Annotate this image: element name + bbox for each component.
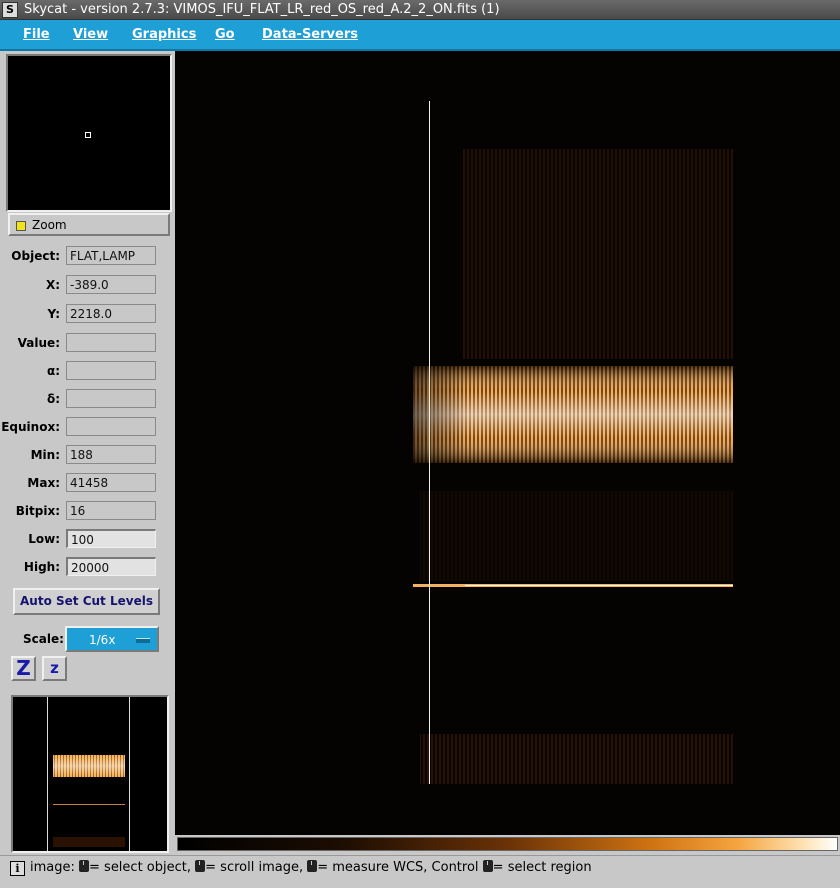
bitpix-value: 16 (66, 501, 156, 520)
info-row-max: Max: 41458 (6, 473, 172, 493)
pixel-value (66, 333, 156, 352)
info-row-delta: δ: (6, 389, 172, 409)
title-bar: S Skycat - version 2.7.3: VIMOS_IFU_FLAT… (0, 0, 840, 20)
high-cut-input[interactable]: 20000 (66, 557, 156, 576)
max-label: Max: (27, 476, 60, 490)
menu-view[interactable]: View (73, 27, 108, 42)
status-bar: i image: = select object, = scroll image… (0, 855, 840, 888)
control-panel: Zoom Object: FLAT,LAMP X: -389.0 Y: 2218… (0, 51, 175, 856)
window-title: Skycat - version 2.7.3: VIMOS_IFU_FLAT_L… (24, 2, 500, 17)
image-info-panel: Object: FLAT,LAMP X: -389.0 Y: 2218.0 Va… (1, 240, 174, 692)
status-scroll-image: = scroll image, (205, 860, 304, 875)
high-label: High: (23, 560, 60, 574)
zoom-out-button[interactable]: z (42, 656, 67, 681)
y-value: 2218.0 (66, 304, 156, 323)
x-value: -389.0 (66, 275, 156, 294)
fits-image (175, 51, 840, 835)
object-value: FLAT,LAMP (66, 246, 156, 265)
info-row-y: Y: 2218.0 (6, 304, 172, 324)
pan-cursor[interactable] (85, 132, 91, 138)
info-row-alpha: α: (6, 361, 172, 381)
info-row-high: High: 20000 (6, 557, 172, 577)
max-value: 41458 (66, 473, 156, 492)
info-row-bitpix: Bitpix: 16 (6, 501, 172, 521)
menu-data-servers[interactable]: Data-Servers (262, 27, 358, 42)
low-label: Low: (28, 532, 60, 546)
zoom-label: Zoom (32, 218, 67, 232)
info-row-equinox: Equinox: (1, 417, 172, 437)
app-icon[interactable]: S (2, 2, 18, 18)
min-label: Min: (30, 448, 60, 462)
menu-go[interactable]: Go (215, 27, 235, 42)
min-value: 188 (66, 445, 156, 464)
info-row-min: Min: 188 (6, 445, 172, 465)
info-row-x: X: -389.0 (6, 275, 172, 295)
y-label: Y: (47, 307, 60, 321)
colormap-ramp (177, 837, 838, 851)
equinox-value (66, 417, 156, 436)
info-row-object: Object: FLAT,LAMP (6, 246, 172, 266)
colorbar[interactable] (175, 835, 840, 854)
bitpix-label: Bitpix: (15, 504, 60, 518)
pan-window[interactable] (6, 54, 172, 212)
scale-value: 1/6x (89, 633, 116, 647)
delta-label: δ: (46, 392, 60, 406)
info-row-value: Value: (6, 333, 172, 353)
status-select-region: = select region (492, 860, 592, 875)
thumbnail-image (13, 697, 167, 851)
thumbnail-view[interactable] (11, 695, 169, 853)
equinox-label: Equinox: (1, 420, 60, 434)
zoom-toggle[interactable]: Zoom (8, 213, 170, 236)
mouse-button1-icon (482, 860, 493, 872)
zoom-indicator-icon (16, 221, 26, 231)
value-label: Value: (17, 336, 60, 350)
mouse-button3-icon (307, 860, 318, 872)
alpha-label: α: (46, 364, 60, 378)
status-prefix: image: (30, 860, 75, 875)
status-message: image: = select object, = scroll image, … (30, 860, 592, 875)
alpha-value (66, 361, 156, 380)
info-row-low: Low: 100 (6, 529, 172, 549)
object-label: Object: (11, 249, 60, 263)
menu-bar: File View Graphics Go Data-Servers (0, 20, 840, 51)
image-display[interactable] (175, 51, 840, 835)
status-measure-wcs: = measure WCS, Control (317, 860, 479, 875)
auto-set-cut-levels-button[interactable]: Auto Set Cut Levels (13, 588, 160, 615)
scale-select[interactable]: 1/6x (65, 626, 159, 652)
status-select-object: = select object, (89, 860, 191, 875)
mouse-button1-icon (79, 860, 90, 872)
info-icon: i (10, 861, 25, 876)
menu-graphics[interactable]: Graphics (132, 27, 196, 42)
x-label: X: (45, 278, 60, 292)
mouse-button2-icon (195, 860, 206, 872)
delta-value (66, 389, 156, 408)
zoom-in-button[interactable]: Z (11, 656, 36, 681)
scale-label: Scale: (23, 632, 64, 646)
low-cut-input[interactable]: 100 (66, 529, 156, 548)
dropdown-arrow-icon (136, 638, 150, 643)
menu-file[interactable]: File (23, 27, 50, 42)
